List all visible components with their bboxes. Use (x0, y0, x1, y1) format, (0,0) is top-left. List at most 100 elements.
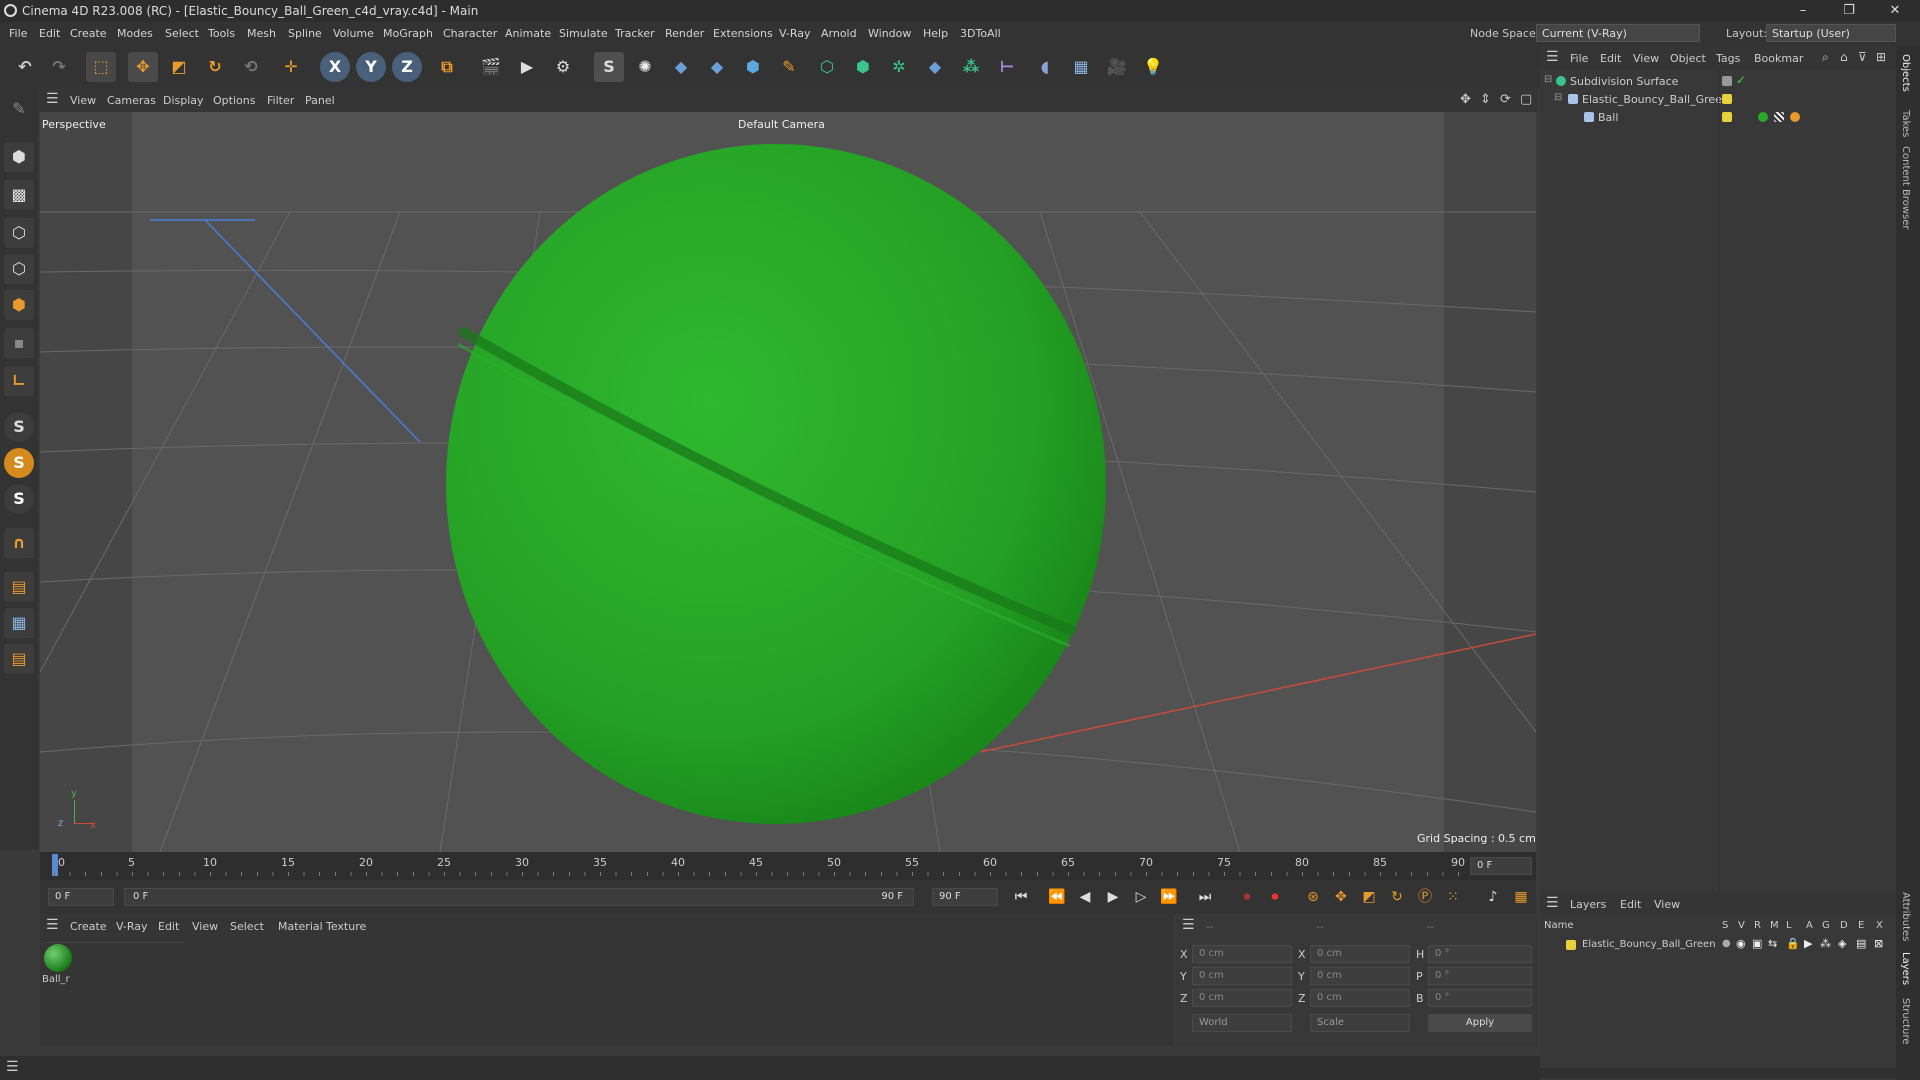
lock-toggle-icon[interactable]: 🔒 (1786, 937, 1800, 950)
texture-tag-icon[interactable] (1774, 112, 1784, 122)
key-selection-icon[interactable]: ⊛ (1302, 886, 1324, 908)
layers-menu-layers[interactable]: Layers (1570, 898, 1606, 911)
layer-color-swatch[interactable] (1566, 940, 1576, 950)
object-menu-object[interactable]: Object (1670, 52, 1706, 65)
node-space-dropdown[interactable]: Current (V-Ray) (1536, 24, 1700, 42)
enabled-check-icon[interactable]: ✓ (1736, 73, 1746, 87)
extrude-generator-icon[interactable]: ⬢ (848, 52, 878, 82)
object-menu-view[interactable]: View (1633, 52, 1659, 65)
axis-mode-icon[interactable]: ∟ (4, 366, 34, 396)
scale-tool-icon[interactable]: ◩ (164, 52, 194, 82)
layer-name[interactable]: Elastic_Bouncy_Ball_Green (1582, 939, 1716, 950)
snap-magnet-icon[interactable]: ∩ (4, 528, 34, 558)
menu-help[interactable]: Help (923, 27, 948, 40)
apply-button[interactable]: Apply (1428, 1014, 1532, 1032)
world-coordinates-icon[interactable]: ⧉ (432, 52, 462, 82)
floor-icon[interactable]: ▦ (1066, 52, 1096, 82)
material-menu-texture[interactable]: Texture (326, 920, 366, 933)
menu-tools[interactable]: Tools (208, 27, 235, 40)
solo-hierarchy-icon[interactable]: S (4, 484, 34, 514)
rotation-h-field[interactable]: 0 ° (1428, 945, 1532, 963)
viewport-3d[interactable]: Perspective Default Camera Grid Spacing … (40, 112, 1536, 852)
solo-toggle-icon[interactable]: ● (1722, 938, 1731, 949)
menu-modes[interactable]: Modes (117, 27, 153, 40)
menu-volume[interactable]: Volume (333, 27, 374, 40)
material-menu-edit[interactable]: Edit (158, 920, 179, 933)
size-x-field[interactable]: 0 cm (1310, 945, 1410, 963)
render-settings-icon[interactable]: ⚙ (548, 52, 578, 82)
next-frame-icon[interactable]: ▷ (1130, 886, 1152, 908)
tab-layers[interactable]: Layers (1900, 952, 1911, 985)
menu-mograph[interactable]: MoGraph (383, 27, 433, 40)
position-y-field[interactable]: 0 cm (1192, 967, 1292, 985)
solo-single-icon[interactable]: S (4, 448, 34, 478)
tab-takes[interactable]: Takes (1900, 110, 1911, 137)
next-key-icon[interactable]: ⏩ (1158, 886, 1180, 908)
autokey-icon[interactable]: ⏺ (1264, 886, 1286, 908)
vray-logo-icon[interactable]: S (594, 52, 624, 82)
viewport-menu-icon[interactable]: ☰ (46, 91, 59, 107)
view-toggle-icon[interactable]: ◉ (1736, 937, 1746, 950)
position-x-field[interactable]: 0 cm (1192, 945, 1292, 963)
layers-scrollbar[interactable] (1540, 1068, 1896, 1078)
texture-mode-icon[interactable]: ▩ (4, 180, 34, 210)
layers-menu-view[interactable]: View (1654, 898, 1680, 911)
key-parameter-icon[interactable]: Ⓟ (1414, 886, 1436, 908)
rotation-p-field[interactable]: 0 ° (1428, 967, 1532, 985)
viewport-zoom-icon[interactable]: ⇕ (1480, 92, 1491, 107)
material-swatch[interactable] (44, 944, 72, 972)
layer-row[interactable]: Elastic_Bouncy_Ball_Green ● ◉ ▣ ⇆ 🔒 ▶ ⁂ … (1540, 936, 1896, 954)
light-icon[interactable]: 💡 (1138, 52, 1168, 82)
menu-arnold[interactable]: Arnold (821, 27, 857, 40)
object-menu-file[interactable]: File (1570, 52, 1588, 65)
tab-objects[interactable]: Objects (1900, 54, 1911, 92)
object-menu-bookmarks[interactable]: Bookmar (1754, 52, 1803, 65)
subdivision-surface-icon[interactable]: ⬡ (812, 52, 842, 82)
key-pla-icon[interactable]: ⁙ (1442, 886, 1464, 908)
viewport-menu-view[interactable]: View (70, 94, 96, 107)
viewport-menu-panel[interactable]: Panel (305, 94, 335, 107)
menu-file[interactable]: File (9, 27, 27, 40)
home-icon[interactable]: ⌂ (1840, 50, 1848, 64)
layer-color-icon[interactable] (1722, 112, 1732, 122)
restore-button[interactable]: ❐ (1826, 0, 1872, 22)
camera-label[interactable]: Default Camera (738, 118, 825, 131)
motion-system-icon[interactable]: ♪ (1482, 886, 1504, 908)
tab-content-browser[interactable]: Content Browser (1900, 146, 1911, 229)
menu-mesh[interactable]: Mesh (247, 27, 276, 40)
coordinates-menu-icon[interactable]: ☰ (1182, 917, 1195, 933)
material-menu-select[interactable]: Select (230, 920, 264, 933)
previous-frame-icon[interactable]: ◀ (1074, 886, 1096, 908)
redo-icon[interactable]: ↷ (44, 52, 74, 82)
layers-menu-icon[interactable]: ☰ (1546, 895, 1559, 911)
viewport-rotate-icon[interactable]: ⟳ (1500, 92, 1511, 107)
solo-mode-icon[interactable]: S (4, 412, 34, 442)
position-z-field[interactable]: 0 cm (1192, 989, 1292, 1007)
scale-mode-dropdown[interactable]: Scale (1310, 1014, 1410, 1032)
material-menu-icon[interactable]: ☰ (46, 917, 59, 933)
manager-toggle-icon[interactable]: ⇆ (1768, 937, 1777, 950)
material-menu-create[interactable]: Create (70, 920, 107, 933)
cube-primitive-icon[interactable]: ⬢ (738, 52, 768, 82)
collapse-icon[interactable]: ⊟ (1544, 74, 1552, 85)
size-z-field[interactable]: 0 cm (1310, 989, 1410, 1007)
tab-structure[interactable]: Structure (1900, 998, 1911, 1045)
object-name[interactable]: Subdivision Surface (1570, 75, 1678, 88)
material-menu-view[interactable]: View (192, 920, 218, 933)
menu-spline[interactable]: Spline (288, 27, 322, 40)
viewport-menu-filter[interactable]: Filter (267, 94, 294, 107)
render-toggle-icon[interactable]: ▣ (1752, 937, 1762, 950)
tab-attributes[interactable]: Attributes (1900, 892, 1911, 941)
frame-range-slider[interactable]: 0 F 90 F (124, 888, 914, 906)
search-icon[interactable]: ⌕ (1822, 50, 1829, 65)
material-menu-material[interactable]: Material (278, 920, 323, 933)
menu-select[interactable]: Select (165, 27, 199, 40)
filter-icon[interactable]: ⊽ (1858, 50, 1867, 64)
expressions-toggle-icon[interactable]: ▤ (1856, 937, 1866, 950)
layers-menu-edit[interactable]: Edit (1620, 898, 1641, 911)
python-script-icon[interactable]: ◆ (666, 52, 696, 82)
lock-z-axis-icon[interactable]: Z (392, 52, 422, 82)
cloner-icon[interactable]: ✲ (884, 52, 914, 82)
locked-workplane-icon[interactable]: ▤ (4, 644, 34, 674)
layout-dropdown[interactable]: Startup (User) (1766, 24, 1896, 42)
